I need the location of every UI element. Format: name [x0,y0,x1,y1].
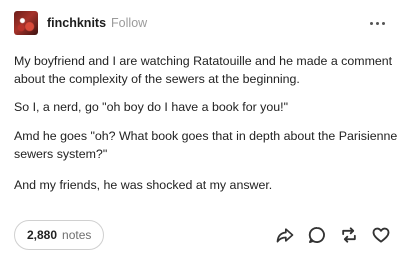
avatar[interactable] [14,11,38,35]
more-dot [376,21,379,25]
username[interactable]: finchknits [47,16,106,30]
post-paragraph: So I, a nerd, go "oh boy do I have a boo… [14,100,288,114]
notes-button[interactable]: 2,880 notes [14,220,105,250]
post-paragraph: Amd he goes "oh? What book goes that in … [14,129,398,161]
more-dot [370,21,373,25]
reply-icon[interactable] [307,225,327,245]
post-actions [275,225,391,245]
more-options-icon[interactable] [364,18,391,29]
post-card: finchknits Follow My boyfriend and I are… [0,0,403,257]
post-paragraph: And my friends, he was shocked at my ans… [14,178,273,192]
notes-label: notes [62,228,92,242]
share-icon[interactable] [275,225,295,245]
heart-icon[interactable] [371,225,391,245]
post-paragraph: My boyfriend and I are watching Ratatoui… [14,54,393,86]
post-footer: 2,880 notes [14,220,391,250]
reblog-icon[interactable] [339,225,359,245]
post-header: finchknits Follow [14,11,391,35]
more-dot [382,21,385,25]
follow-button[interactable]: Follow [111,16,147,30]
notes-count: 2,880 [27,228,58,242]
